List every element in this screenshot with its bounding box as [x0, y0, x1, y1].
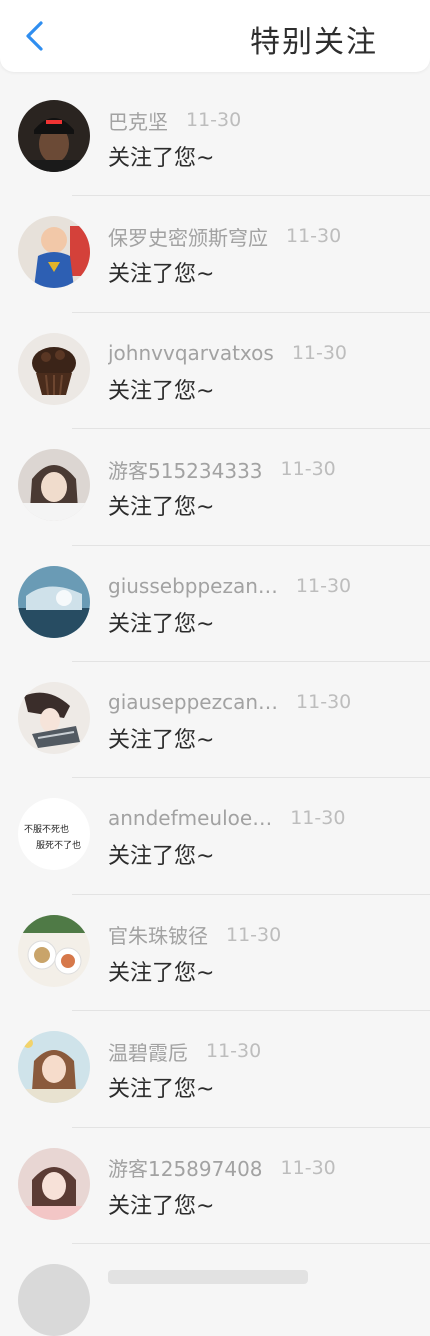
- follow-date: 11-30: [280, 1156, 336, 1179]
- avatar[interactable]: [18, 449, 90, 522]
- sketch-avatar-icon: [18, 681, 90, 754]
- item-meta: 巴克坚 11-30: [108, 106, 241, 134]
- user-name[interactable]: giussebppezan…: [108, 574, 278, 598]
- girl-pink-avatar-icon: [18, 1147, 90, 1220]
- list-item[interactable]: 官朱珠铍径 11-30 关注了您~: [0, 895, 430, 1012]
- follow-action-text: 关注了您~: [108, 611, 215, 637]
- list-item[interactable]: 温碧霞卮 11-30 关注了您~: [0, 1011, 430, 1128]
- avatar[interactable]: [18, 1031, 90, 1104]
- item-meta: giauseppezcan… 11-30: [108, 688, 351, 716]
- partial-avatar: [18, 1264, 90, 1336]
- person-avatar-icon: [18, 100, 90, 172]
- user-name[interactable]: 保罗史密颁斯穹应: [108, 222, 268, 251]
- user-name[interactable]: 巴克坚: [108, 106, 168, 135]
- list-item[interactable]: 不服不死也 服死不了也 anndefmeuloe… 11-30 关注了您~: [0, 778, 430, 896]
- list-item[interactable]: giussebppezan… 11-30 关注了您~: [0, 546, 430, 663]
- user-name[interactable]: 官朱珠铍径: [108, 920, 208, 949]
- follow-action-text: 关注了您~: [108, 1193, 215, 1219]
- list-item[interactable]: 游客125897408 11-30 关注了您~: [0, 1128, 430, 1245]
- item-meta: 官朱珠铍径 11-30: [108, 921, 281, 949]
- follow-action-text: 关注了您~: [108, 262, 215, 288]
- follow-action-text: 关注了您~: [108, 1077, 215, 1103]
- girl-avatar-icon: [18, 449, 90, 522]
- girl-flowers-avatar-icon: [18, 1031, 90, 1104]
- avatar-caption-2: 服死不了也: [36, 839, 81, 851]
- child-avatar-icon: [18, 216, 90, 289]
- item-meta: 游客515234333 11-30: [108, 455, 336, 483]
- follow-date: 11-30: [291, 341, 348, 364]
- user-name[interactable]: 温碧霞卮: [108, 1037, 188, 1066]
- list-item[interactable]: giauseppezcan… 11-30 关注了您~: [0, 662, 430, 779]
- follow-date: 11-30: [296, 690, 352, 713]
- user-name[interactable]: 游客515234333: [108, 455, 263, 484]
- item-meta: giussebppezan… 11-30: [108, 572, 351, 600]
- follow-action-text: 关注了您~: [108, 960, 215, 986]
- follow-action-text: 关注了您~: [108, 378, 215, 404]
- list-item[interactable]: 游客515234333 11-30 关注了您~: [0, 429, 430, 546]
- landscape-avatar-icon: [18, 565, 90, 638]
- avatar[interactable]: [18, 565, 90, 638]
- follower-list: 巴克坚 11-30 关注了您~ 保罗史密颁斯穹应 11-30 关注了您~ joh…: [0, 80, 430, 1245]
- item-meta: 保罗史密颁斯穹应 11-30: [108, 222, 341, 250]
- follow-action-text: 关注了您~: [108, 146, 215, 171]
- follow-action-text: 关注了您~: [108, 844, 215, 870]
- back-button[interactable]: [14, 14, 54, 58]
- chevron-left-icon: [26, 21, 43, 51]
- page-title: 特别关注: [250, 25, 378, 60]
- follow-date: 11-30: [280, 458, 336, 481]
- avatar[interactable]: [18, 100, 90, 172]
- user-name[interactable]: anndefmeuloe…: [108, 806, 272, 830]
- avatar[interactable]: 不服不死也 服死不了也: [18, 798, 90, 871]
- user-name[interactable]: giauseppezcan…: [108, 690, 278, 714]
- item-meta: johnvvqarvatxos 11-30: [108, 339, 347, 367]
- follow-date: 11-30: [206, 1040, 262, 1063]
- follow-date: 11-30: [226, 923, 282, 946]
- user-name[interactable]: 游客125897408: [108, 1153, 263, 1182]
- avatar[interactable]: [18, 216, 90, 289]
- follow-action-text: 关注了您~: [108, 495, 215, 521]
- follow-date: 11-30: [286, 225, 342, 248]
- list-item[interactable]: 巴克坚 11-30 关注了您~: [0, 80, 430, 197]
- text-avatar-icon: 不服不死也 服死不了也: [18, 798, 90, 871]
- avatar[interactable]: [18, 332, 90, 405]
- user-name[interactable]: johnvvqarvatxos: [108, 341, 274, 365]
- avatar[interactable]: [18, 1147, 90, 1220]
- avatar[interactable]: [18, 914, 90, 987]
- item-meta: 游客125897408 11-30: [108, 1154, 336, 1182]
- avatar-caption-1: 不服不死也: [24, 823, 69, 835]
- list-item[interactable]: johnvvqarvatxos 11-30 关注了您~: [0, 313, 430, 430]
- follow-date: 11-30: [290, 807, 346, 830]
- item-meta: 温碧霞卮 11-30: [108, 1037, 261, 1065]
- avatar[interactable]: [18, 681, 90, 754]
- follow-date: 11-30: [295, 574, 352, 597]
- follow-date: 11-30: [186, 109, 242, 131]
- list-item[interactable]: 保罗史密颁斯穹应 11-30 关注了您~: [0, 196, 430, 314]
- follow-action-text: 关注了您~: [108, 727, 215, 753]
- food-avatar-icon: [18, 914, 90, 987]
- cupcake-avatar-icon: [18, 332, 90, 405]
- top-bar: 特别关注: [0, 0, 430, 72]
- partial-row-text: [108, 1270, 308, 1284]
- item-meta: anndefmeuloe… 11-30: [108, 804, 345, 832]
